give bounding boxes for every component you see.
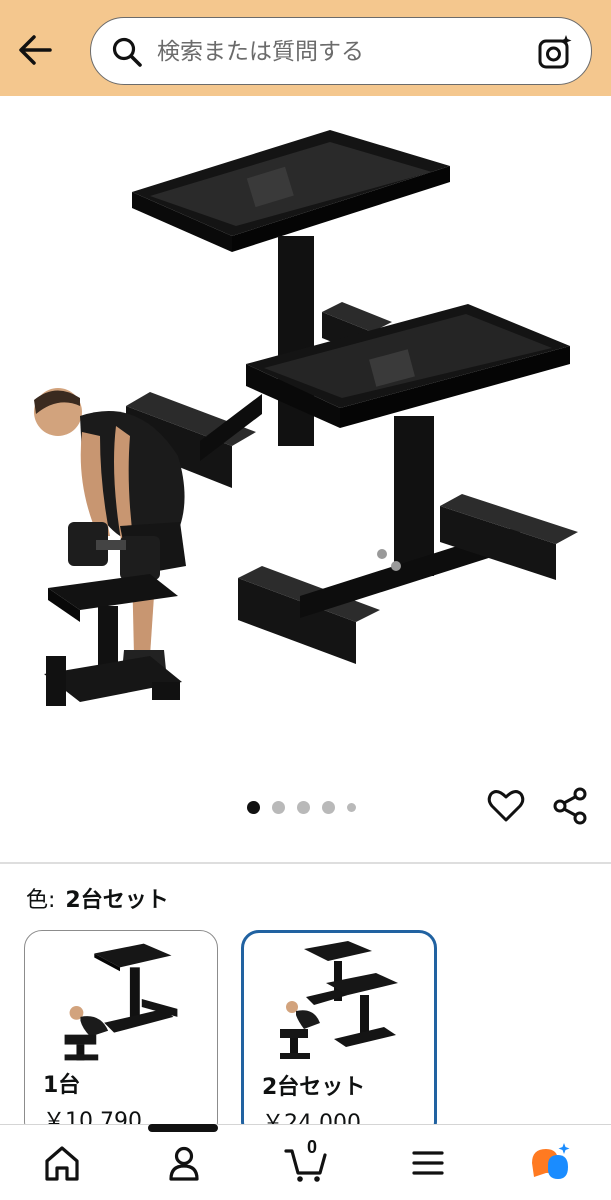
- variant-name: 1台: [43, 1073, 81, 1098]
- section-divider: [0, 862, 611, 864]
- search-icon: [112, 37, 142, 67]
- variant-thumbnail: [280, 941, 398, 1059]
- heart-icon: [487, 790, 525, 822]
- home-icon: [45, 1146, 79, 1181]
- nav-account[interactable]: [162, 1141, 206, 1185]
- top-header: 検索または質問する: [0, 0, 611, 96]
- nav-menu[interactable]: [406, 1141, 450, 1185]
- nav-rufus[interactable]: [528, 1141, 572, 1185]
- product-image-carousel[interactable]: [0, 96, 611, 776]
- back-button[interactable]: [16, 30, 56, 70]
- cart-count-badge: 0: [306, 1137, 317, 1157]
- product-page: { "header": { "search_placeholder": "検索ま…: [0, 0, 611, 1200]
- variant-thumbnail: [64, 943, 178, 1061]
- share-icon: [553, 787, 587, 825]
- product-image: [34, 130, 578, 706]
- variant-name: 2台セット: [262, 1075, 366, 1100]
- account-icon: [169, 1146, 199, 1181]
- carousel-dot[interactable]: [272, 800, 285, 814]
- carousel-dot[interactable]: [247, 800, 260, 814]
- rufus-ai-icon: [532, 1143, 570, 1179]
- back-arrow-icon: [19, 35, 52, 65]
- favorite-button[interactable]: [486, 786, 526, 826]
- carousel-dot[interactable]: [347, 802, 356, 812]
- search-placeholder: 検索または質問する: [157, 39, 364, 65]
- scroll-indicator: [148, 1124, 218, 1132]
- nav-cart[interactable]: 0: [284, 1137, 328, 1185]
- camera-lens-icon[interactable]: [537, 34, 573, 70]
- variant-selected-value: 2台セット: [65, 888, 169, 913]
- variant-option[interactable]: 1台 ￥10,790: [24, 930, 218, 1140]
- share-button[interactable]: [550, 786, 590, 826]
- front-stand: [238, 304, 578, 664]
- variant-label: 色:: [26, 888, 56, 913]
- carousel-dot[interactable]: [322, 800, 335, 814]
- bottom-navigation: 0: [0, 1124, 611, 1200]
- nav-home[interactable]: [40, 1141, 84, 1185]
- carousel-dot[interactable]: [297, 800, 310, 814]
- menu-icon: [412, 1151, 444, 1175]
- carousel-indicator: [247, 800, 356, 814]
- variant-selector-label: 色: 2台セット: [26, 886, 169, 916]
- variant-option-selected[interactable]: 2台セット ￥24,000: [241, 930, 437, 1140]
- search-input[interactable]: 検索または質問する: [90, 17, 592, 85]
